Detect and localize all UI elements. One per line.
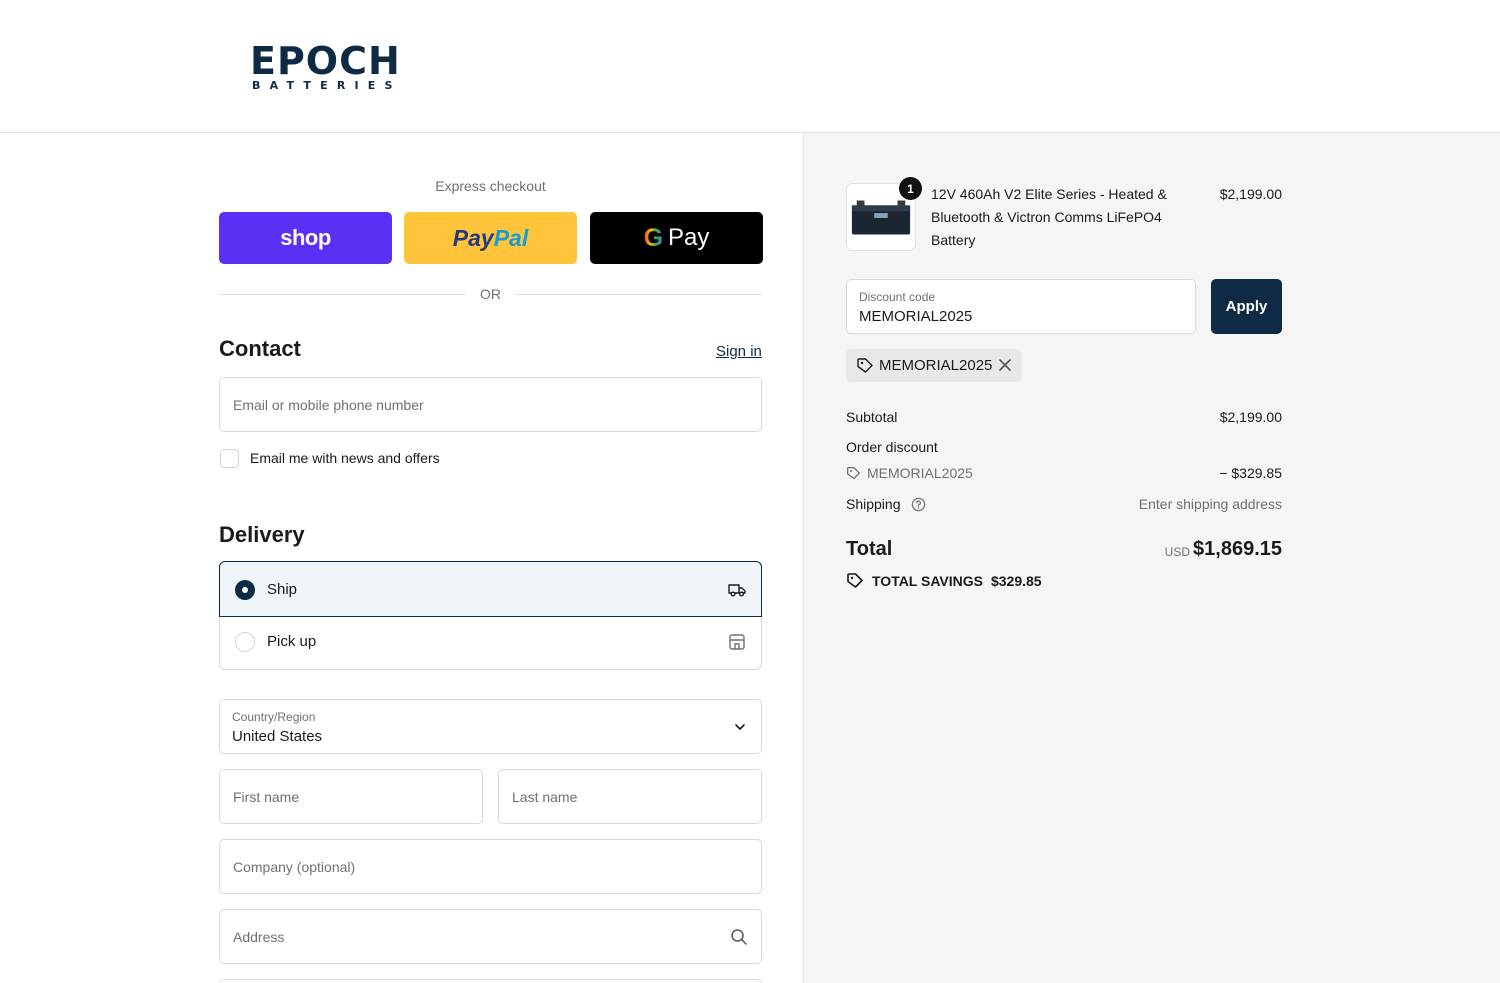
google-g-icon: G — [643, 223, 664, 252]
savings-label: TOTAL SAVINGS — [872, 573, 983, 589]
country-region-value: United States — [232, 728, 323, 745]
company-placeholder: Company (optional) — [233, 859, 356, 875]
epoch-batteries-logo[interactable]: EPOCH BATTERIES — [250, 42, 400, 94]
discount-code-label: Discount code — [859, 290, 936, 304]
total-label: Total — [846, 538, 893, 560]
next-field-partial[interactable] — [219, 979, 762, 983]
sign-in-link[interactable]: Sign in — [716, 343, 762, 360]
delivery-option-ship[interactable]: Ship — [219, 561, 762, 617]
pickup-label: Pick up — [267, 633, 317, 650]
first-name-field[interactable]: First name — [219, 769, 483, 824]
applied-discount-code: MEMORIAL2025 — [879, 357, 993, 374]
total-value: $1,869.15 — [1193, 538, 1282, 560]
applied-discount-tag: MEMORIAL2025 — [846, 349, 1022, 382]
page-header: EPOCH BATTERIES — [0, 0, 1500, 133]
address-placeholder: Address — [233, 929, 285, 945]
order-discount-value: − $329.85 — [1219, 465, 1282, 481]
ship-label: Ship — [267, 581, 298, 598]
subtotal-label: Subtotal — [846, 409, 898, 425]
order-discount-code: MEMORIAL2025 — [867, 465, 973, 481]
contact-heading: Contact — [219, 336, 301, 361]
truck-icon — [728, 584, 746, 597]
paypal-label-pal: Pal — [493, 224, 529, 251]
shipping-row: Shipping Enter shipping address — [846, 496, 1282, 512]
store-icon — [729, 634, 745, 650]
logo-subtitle: BATTERIES — [252, 79, 402, 92]
logo-wordmark: EPOCH — [250, 39, 401, 83]
google-pay-label: Pay — [668, 224, 710, 251]
product-price: $2,199.00 — [1219, 186, 1282, 202]
express-checkout-label: Express checkout — [435, 178, 546, 194]
last-name-placeholder: Last name — [512, 789, 578, 805]
delivery-option-pickup[interactable]: Pick up — [220, 617, 761, 669]
chevron-down-icon — [735, 724, 745, 730]
discount-code-field[interactable]: Discount code MEMORIAL2025 — [846, 279, 1196, 334]
order-discount-label: Order discount — [846, 439, 938, 455]
shipping-label: Shipping — [846, 496, 901, 512]
shipping-value: Enter shipping address — [1138, 496, 1282, 512]
last-name-field[interactable]: Last name — [498, 769, 762, 824]
help-circle-icon[interactable] — [911, 497, 926, 512]
discount-code-value: MEMORIAL2025 — [859, 308, 973, 325]
checkout-form-column: Express checkout shop Pay Pal G Pay OR Co… — [0, 133, 804, 983]
ship-radio-selected[interactable] — [235, 580, 255, 600]
google-pay-button[interactable]: G Pay — [590, 212, 763, 264]
subtotal-row: Subtotal $2,199.00 — [846, 409, 1282, 425]
discount-tag-icon — [847, 467, 860, 480]
search-icon[interactable] — [730, 928, 748, 946]
total-currency: USD — [1164, 545, 1190, 559]
pickup-radio[interactable] — [235, 632, 255, 652]
quantity-badge: 1 — [899, 177, 922, 200]
email-placeholder: Email or mobile phone number — [233, 397, 424, 413]
tag-icon — [857, 358, 873, 373]
paypal-label-pay: Pay — [452, 224, 494, 251]
remove-discount-close-icon[interactable] — [996, 356, 1014, 374]
address-field[interactable]: Address — [219, 909, 762, 964]
country-region-select[interactable]: Country/Region United States — [219, 699, 762, 754]
email-field[interactable]: Email or mobile phone number — [219, 377, 762, 432]
product-name: 12V 460Ah V2 Elite Series - Heated & Blu… — [931, 186, 1167, 248]
subtotal-value: $2,199.00 — [1219, 409, 1282, 425]
company-field[interactable]: Company (optional) — [219, 839, 762, 894]
or-text: OR — [480, 286, 501, 302]
shop-pay-button[interactable]: shop — [219, 212, 392, 264]
or-divider: OR — [219, 285, 762, 305]
delivery-heading: Delivery — [219, 522, 305, 547]
total-savings: TOTAL SAVINGS $329.85 — [846, 572, 1042, 590]
savings-value: $329.85 — [990, 573, 1042, 589]
first-name-placeholder: First name — [233, 789, 300, 805]
news-offers-label: Email me with news and offers — [250, 450, 440, 466]
shop-pay-label: shop — [280, 225, 331, 250]
apply-discount-button[interactable]: Apply — [1211, 279, 1282, 334]
country-region-label: Country/Region — [232, 710, 316, 724]
savings-tag-icon — [847, 573, 863, 588]
order-discount-row: Order discount — [846, 439, 1282, 455]
delivery-method-group: Ship Pick up — [219, 561, 762, 670]
news-offers-checkbox[interactable] — [220, 449, 239, 468]
order-summary-column: 1 12V 460Ah V2 Elite Series - Heated & B… — [804, 133, 1500, 983]
paypal-button[interactable]: Pay Pal — [404, 212, 577, 264]
